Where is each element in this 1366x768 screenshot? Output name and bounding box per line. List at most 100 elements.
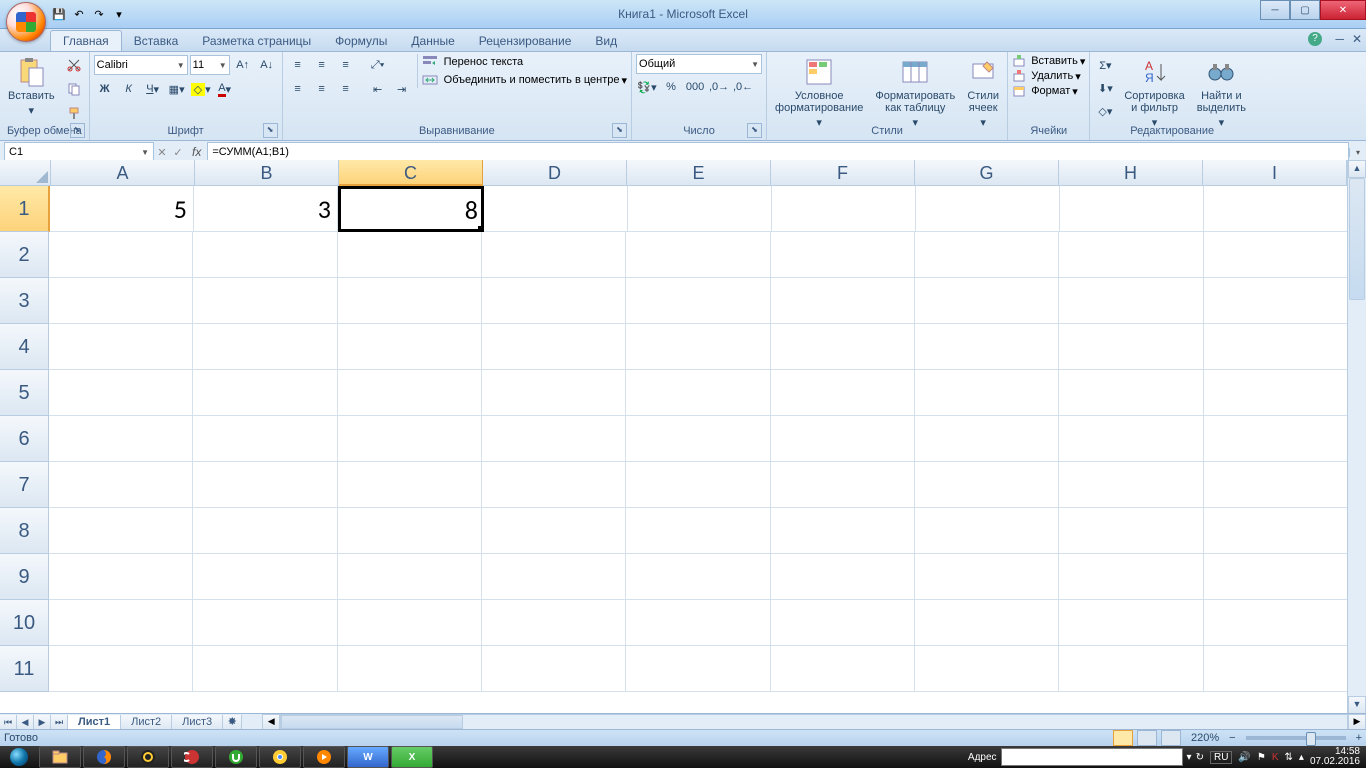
cell-E1[interactable] [628,186,772,232]
align-center[interactable]: ≡ [311,78,333,100]
start-button[interactable] [0,746,38,768]
scroll-up[interactable]: ▲ [1348,160,1366,178]
minimize-button[interactable]: ─ [1260,0,1290,20]
row-header-8[interactable]: 8 [0,508,49,554]
sheet-tab-2[interactable]: Лист2 [121,715,172,730]
col-header-I[interactable]: I [1203,160,1347,186]
sheet-tab-3[interactable]: Лист3 [172,715,223,730]
sheet-tab-1[interactable]: Лист1 [68,715,121,730]
sheet-nav-last[interactable]: ⏭ [51,715,68,730]
col-header-F[interactable]: F [771,160,915,186]
vertical-scrollbar[interactable]: ▲ ▼ [1347,160,1366,714]
row-header-6[interactable]: 6 [0,416,49,462]
align-bottom[interactable]: ≡ [335,54,357,76]
zoom-level[interactable]: 220% [1191,732,1219,744]
view-normal[interactable] [1113,730,1133,746]
vscroll-thumb[interactable] [1349,178,1365,300]
col-header-A[interactable]: A [51,160,195,186]
tray-clock[interactable]: 14:5807.02.2016 [1310,747,1360,767]
number-dialog-launcher[interactable]: ⬊ [747,123,762,138]
borders-button[interactable]: ▦▾ [166,78,188,100]
tab-view[interactable]: Вид [583,31,629,51]
cell-styles-button[interactable]: Стили ячеек▾ [963,54,1003,131]
align-right[interactable]: ≡ [335,78,357,100]
format-painter-button[interactable] [63,102,85,124]
address-input[interactable] [1001,748,1183,766]
cancel-icon[interactable]: ✕ [154,146,170,159]
find-select-button[interactable]: Найти и выделить▾ [1193,54,1250,131]
fill-button[interactable]: ⬇▾ [1094,77,1116,99]
increase-decimal[interactable]: ,0→ [708,76,730,98]
delete-cells-button[interactable]: Удалить ▾ [1012,69,1081,83]
row-header-1[interactable]: 1 [0,186,50,232]
taskbar-word[interactable]: W [347,746,389,768]
align-left[interactable]: ≡ [287,78,309,100]
col-header-G[interactable]: G [915,160,1059,186]
help-icon[interactable]: ? [1308,32,1322,46]
col-header-E[interactable]: E [627,160,771,186]
paste-button[interactable]: Вставить▾ [4,54,59,119]
address-go[interactable]: ↻ [1196,752,1204,763]
conditional-formatting-button[interactable]: Условное форматирование▾ [771,54,867,131]
tray-flag-icon[interactable]: ⚑ [1257,752,1266,763]
font-dialog-launcher[interactable]: ⬊ [263,123,278,138]
italic-button[interactable]: К [118,78,140,100]
number-format-combo[interactable]: Общий▼ [636,54,762,74]
cell-D1[interactable] [484,186,628,232]
cell-H1[interactable] [1060,186,1204,232]
font-size-combo[interactable]: 11▼ [190,55,230,75]
underline-button[interactable]: Ч▾ [142,78,164,100]
taskbar-media-player[interactable] [303,746,345,768]
enter-icon[interactable]: ✓ [170,146,186,159]
orientation-button[interactable]: ⤢▾ [367,54,389,76]
select-all-button[interactable] [0,160,51,186]
col-header-B[interactable]: B [195,160,339,186]
fx-icon[interactable]: fx [192,145,201,159]
tab-review[interactable]: Рецензирование [467,31,584,51]
row-header-9[interactable]: 9 [0,554,49,600]
sheet-nav-next[interactable]: ▶ [34,715,51,730]
taskbar-utorrent[interactable] [215,746,257,768]
insert-cells-button[interactable]: Вставить ▾ [1012,54,1085,68]
autosum-button[interactable]: Σ▾ [1094,54,1116,76]
clipboard-dialog-launcher[interactable]: ⬊ [70,123,85,138]
view-page-break[interactable] [1161,730,1181,746]
col-header-H[interactable]: H [1059,160,1203,186]
align-middle[interactable]: ≡ [311,54,333,76]
grow-font-button[interactable]: A↑ [232,54,254,76]
align-top[interactable]: ≡ [287,54,309,76]
cell-A1[interactable]: 5 [50,186,194,232]
name-box[interactable]: C1▼ [4,142,154,162]
qat-save[interactable]: 💾 [50,5,68,23]
cell-G1[interactable] [916,186,1060,232]
scroll-down[interactable]: ▼ [1348,696,1366,714]
taskbar-ccleaner[interactable] [171,746,213,768]
language-indicator[interactable]: RU [1210,751,1232,764]
new-sheet-button[interactable]: ✸ [223,715,242,730]
format-as-table-button[interactable]: Форматировать как таблицу▾ [871,54,959,131]
zoom-slider[interactable] [1246,736,1346,740]
tray-network-icon[interactable]: ⇅ [1285,752,1293,763]
row-header-11[interactable]: 11 [0,646,49,692]
row-header-10[interactable]: 10 [0,600,49,646]
tray-sound-icon[interactable]: 🔊 [1238,752,1250,763]
percent-format[interactable]: % [660,76,682,98]
cell-F1[interactable] [772,186,916,232]
qat-customize[interactable]: ▾ [110,5,128,23]
hscroll-left[interactable]: ◀ [262,714,280,731]
formula-bar-expand[interactable]: ▾ [1349,148,1366,157]
formula-input[interactable]: =СУММ(A1;B1) [207,142,1349,162]
merge-center-button[interactable]: Объединить и поместить в центре ▾ [422,72,627,88]
bold-button[interactable]: Ж [94,78,116,100]
row-header-2[interactable]: 2 [0,232,49,278]
taskbar-app-1[interactable] [127,746,169,768]
cell-I1[interactable] [1204,186,1348,232]
increase-indent[interactable]: ⇥ [391,78,413,100]
qat-redo[interactable]: ↷ [90,5,108,23]
cell-B1[interactable]: 3 [194,186,338,232]
font-color-button[interactable]: A▾ [214,78,236,100]
zoom-out[interactable]: − [1229,732,1235,744]
taskbar-chrome[interactable] [259,746,301,768]
cell-C1[interactable]: 8 [338,186,484,232]
sheet-nav-first[interactable]: ⏮ [0,715,17,730]
